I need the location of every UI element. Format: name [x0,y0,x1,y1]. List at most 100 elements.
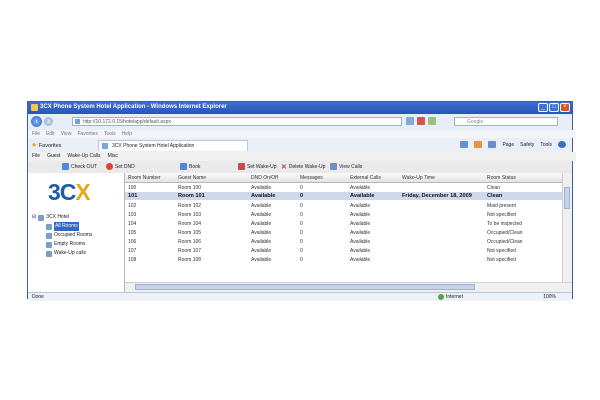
app-menu-wakeup[interactable]: Wake-Up Calls [67,152,100,161]
column-external-calls[interactable]: External Calls [350,175,381,181]
table-row[interactable]: 103 Room 103 Available 0 Available Not specif… [125,210,562,218]
table-cell: Available [350,211,371,218]
tree-item-all-rooms[interactable]: All Rooms [32,222,92,231]
table-cell: Available [350,238,371,245]
column-wakeup-time[interactable]: Wake-Up Time [402,175,435,181]
table-cell: Room 104 [178,220,202,227]
table-row[interactable]: 104 Room 104 Available 0 Available To be insp… [125,219,562,227]
browser-tab[interactable]: 3CX Phone System Hotel Application [98,140,248,151]
table-cell: Available [251,220,272,227]
view-calls-button[interactable]: View Calls [330,163,362,170]
home-icon[interactable] [460,141,469,148]
table-cell: Available [350,256,371,263]
table-cell: 0 [300,211,303,218]
column-room-number[interactable]: Room Number [128,175,161,181]
browser-window: 3CX Phone System Hotel Application - Win… [27,101,576,301]
phone-icon [46,250,52,257]
app-menu-misc[interactable]: Misc [108,152,118,161]
dnd-icon [106,163,113,170]
column-room-status[interactable]: Room Status [487,175,516,181]
table-cell: 101 [128,193,138,199]
book-button[interactable]: Book [180,163,200,170]
table-cell: 107 [128,247,137,254]
table-cell: Available [350,229,371,236]
column-dnd[interactable]: DND On/Off [251,175,278,181]
feeds-icon[interactable] [474,141,483,148]
table-row[interactable]: 105 Room 105 Available 0 Available Occupied/C… [125,228,562,236]
table-row[interactable]: 106 Room 106 Available 0 Available Occupied/C… [125,237,562,245]
table-row[interactable]: 108 Room 108 Available 0 Available Not specif… [125,255,562,263]
table-cell: Room 101 [178,193,205,199]
search-input[interactable]: Google [454,117,558,126]
menu-favorites[interactable]: Favorites [77,130,98,138]
globe-icon [438,294,444,300]
menu-help[interactable]: Help [122,130,132,138]
menu-view[interactable]: View [61,130,72,138]
table-cell: Room 106 [178,238,202,245]
menu-file[interactable]: File [32,130,40,138]
table-row[interactable]: 100 Room 100 Available 0 Available Clean [125,183,562,191]
tree-item-empty-rooms[interactable]: Empty Rooms [32,240,92,249]
table-cell: 0 [300,256,303,263]
print-icon[interactable] [488,141,497,148]
address-text: http://10.172.0.15/hotelapp/default.aspx [83,119,171,125]
refresh-icon[interactable] [406,117,414,125]
back-icon[interactable]: ‹ [31,116,42,127]
table-cell: Occupied/Clean [487,229,523,236]
ie-app-icon [31,104,38,111]
tree-item-wakeup-calls[interactable]: Wake-Up calls [32,249,92,258]
maximize-button[interactable]: □ [549,103,559,112]
table-cell: 105 [128,229,137,236]
table-cell: Friday, December 18, 2009 [402,193,472,199]
scroll-thumb[interactable] [564,187,570,209]
table-cell: Occupied/Clean [487,238,523,245]
horizontal-scrollbar[interactable] [125,282,572,292]
check-out-button[interactable]: Check OUT [62,163,97,170]
page-menu[interactable]: Page [502,142,514,148]
vertical-scrollbar[interactable] [562,173,572,283]
delete-icon: ✕ [281,164,287,171]
app-menu-file[interactable]: File [32,152,40,161]
table-row[interactable]: 102 Room 102 Available 0 Available Maid prese… [125,201,562,209]
table-row[interactable]: 101 Room 101 Available 0 Available Friday, De… [125,192,562,200]
browser-menu-bar: File Edit View Favorites Tools Help [28,130,576,138]
tools-menu[interactable]: Tools [540,142,552,148]
set-wakeup-button[interactable]: Set Wake-Up [238,163,277,170]
tree-root[interactable]: ⊟ 3CX Hotel [32,213,92,222]
app-menu-guest[interactable]: Guest [47,152,60,161]
safety-menu[interactable]: Safety [520,142,534,148]
go-icon[interactable] [428,117,436,125]
stop-icon[interactable] [417,117,425,125]
minimize-button[interactable]: _ [538,103,548,112]
zoom-level[interactable]: 100% [543,294,556,300]
rooms-icon [46,223,52,230]
window-title: 3CX Phone System Hotel Application - Win… [40,104,227,110]
table-row[interactable]: 107 Room 107 Available 0 Available Not specif… [125,246,562,254]
table-cell: 0 [300,247,303,254]
scroll-thumb[interactable] [135,284,475,290]
address-bar[interactable]: http://10.172.0.15/hotelapp/default.aspx [72,117,402,126]
table-cell: Available [251,247,272,254]
table-cell: Available [350,193,375,199]
favorites-button[interactable]: ★ Favorites [31,141,61,149]
forward-icon[interactable]: › [44,117,53,126]
table-cell: Room 108 [178,256,202,263]
column-messages[interactable]: Messages [300,175,323,181]
close-button[interactable]: × [560,103,570,112]
grid-header: Room Number Guest Name DND On/Off Messag… [125,173,562,183]
table-cell: 0 [300,220,303,227]
tab-icon [102,143,108,149]
table-cell: Available [350,220,371,227]
set-dnd-button[interactable]: Set DND [106,163,135,170]
3cx-logo: 3CX [48,179,91,205]
menu-edit[interactable]: Edit [46,130,55,138]
tab-title: 3CX Phone System Hotel Application [112,143,195,149]
tree-item-occupied-rooms[interactable]: Occupied Rooms [32,231,92,240]
table-cell: Available [251,193,276,199]
table-cell: 0 [300,229,303,236]
column-guest-name[interactable]: Guest Name [178,175,206,181]
help-icon[interactable] [558,141,566,148]
delete-wakeup-button[interactable]: ✕ Delete Wake-Up [281,163,325,171]
status-text: Done [32,294,44,300]
menu-tools[interactable]: Tools [104,130,116,138]
